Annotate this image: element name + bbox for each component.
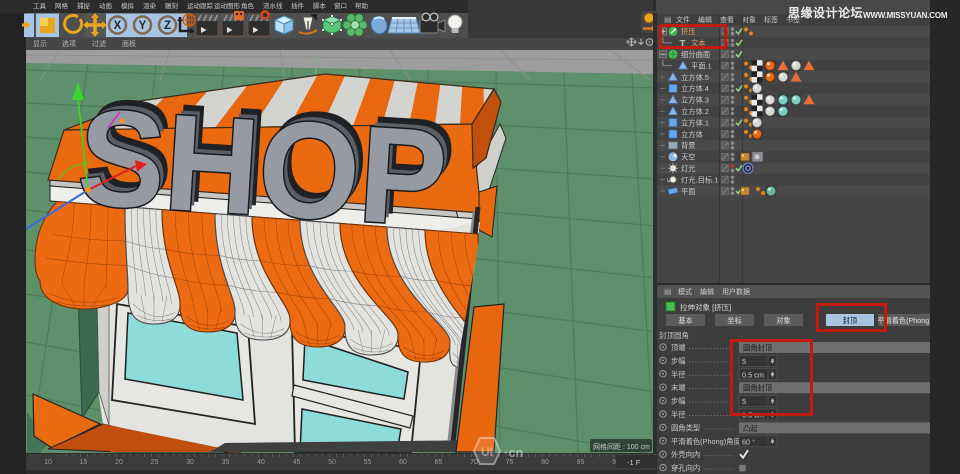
svg-text:UI: UI: [481, 445, 493, 459]
svg-text:顶端: 顶端: [671, 343, 686, 352]
svg-text:步幅: 步幅: [671, 397, 686, 406]
svg-text:60 °: 60 °: [742, 437, 755, 446]
svg-text:外壳向内: 外壳向内: [671, 450, 700, 459]
svg-text:半径: 半径: [671, 370, 686, 379]
svg-text:穿孔向内: 穿孔向内: [671, 464, 700, 473]
svg-text:圆角类型: 圆角类型: [671, 423, 700, 432]
svg-text:凸起: 凸起: [743, 424, 758, 433]
svg-text:基本: 基本: [678, 316, 692, 325]
svg-text:对象: 对象: [776, 316, 790, 325]
svg-text:平滑着色(Phong)角度: 平滑着色(Phong)角度: [671, 437, 741, 446]
svg-text:·cn: ·cn: [504, 445, 524, 460]
svg-text:拉伸对象 [挤压]: 拉伸对象 [挤压]: [680, 302, 731, 312]
svg-text:末端: 末端: [671, 383, 686, 392]
svg-text:半径: 半径: [671, 410, 686, 419]
svg-text:封顶圆角: 封顶圆角: [659, 330, 689, 340]
svg-text:步幅: 步幅: [671, 356, 686, 365]
svg-text:坐标: 坐标: [727, 316, 741, 325]
